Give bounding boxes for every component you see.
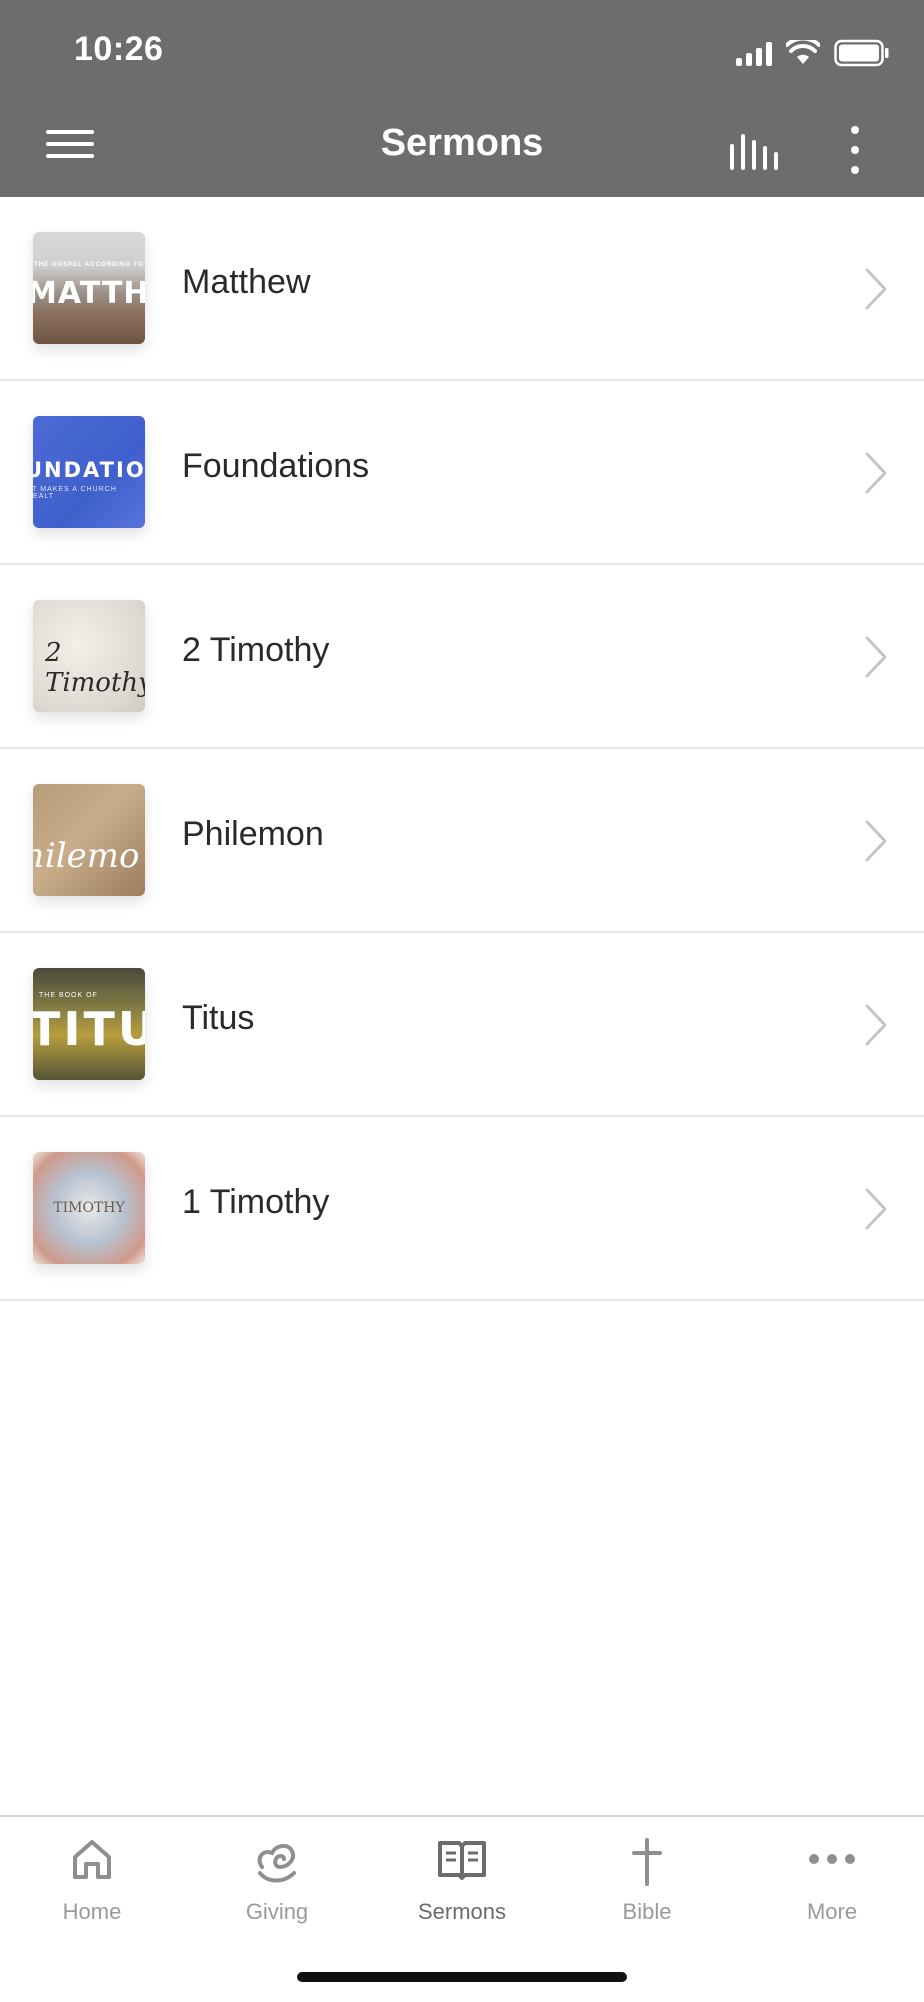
sermon-thumbnail: TIMOTHY xyxy=(33,1152,145,1264)
sermon-row-1-timothy[interactable]: TIMOTHY 1 Timothy xyxy=(0,1117,924,1301)
chevron-right-icon xyxy=(865,1188,887,1230)
page-title: Sermons xyxy=(380,122,544,164)
tab-giving[interactable]: Giving xyxy=(185,1817,369,1947)
thumbnail-title: 2 Timothy xyxy=(45,638,145,698)
sermon-title: Titus xyxy=(182,999,255,1037)
status-icons xyxy=(736,36,890,70)
tab-bible[interactable]: Bible xyxy=(555,1817,739,1947)
giving-icon xyxy=(257,1844,296,1883)
tab-sermons[interactable]: Sermons xyxy=(370,1817,554,1947)
cross-icon xyxy=(632,1838,662,1886)
sermon-title: 1 Timothy xyxy=(182,1183,330,1221)
app-header: 10:26 Sermons xyxy=(0,0,924,197)
home-indicator xyxy=(297,1972,627,1982)
tab-label: Home xyxy=(62,1899,122,1924)
chevron-right-icon xyxy=(865,452,887,494)
thumbnail-title: MATTHEW xyxy=(33,276,145,311)
sermon-row-titus[interactable]: THE BOOK OF TITUS Titus xyxy=(0,933,924,1117)
sermon-title: Philemon xyxy=(182,815,324,853)
sermon-thumbnail: THE GOSPEL ACCORDING TO MATTHEW xyxy=(33,232,145,344)
sermon-thumbnail: hilemo xyxy=(33,784,145,896)
thumbnail-title: UNDATIO xyxy=(33,458,145,482)
sermon-title: Matthew xyxy=(182,263,311,301)
chevron-right-icon xyxy=(865,636,887,678)
chevron-right-icon xyxy=(865,820,887,862)
sermon-row-foundations[interactable]: UNDATIO AT MAKES A CHURCH HEALT Foundati… xyxy=(0,381,924,565)
sermon-row-2-timothy[interactable]: 2 Timothy 2 Timothy xyxy=(0,565,924,749)
thumbnail-caption: THE BOOK OF xyxy=(39,992,98,999)
home-icon xyxy=(73,1840,111,1879)
thumbnail-caption: THE GOSPEL ACCORDING TO xyxy=(34,262,144,268)
thumbnail-caption: AT MAKES A CHURCH HEALT xyxy=(33,486,117,500)
wifi-icon xyxy=(786,40,820,66)
tab-label: More xyxy=(806,1899,858,1924)
chevron-right-icon xyxy=(865,268,887,310)
status-time: 10:26 xyxy=(74,30,164,68)
more-options-icon[interactable] xyxy=(836,122,872,178)
tab-label: Giving xyxy=(245,1899,309,1924)
tab-label: Sermons xyxy=(417,1899,507,1924)
audio-levels-icon[interactable] xyxy=(724,126,784,174)
open-book-icon xyxy=(438,1841,486,1880)
tab-home[interactable]: Home xyxy=(0,1817,184,1947)
tab-more[interactable]: More xyxy=(740,1817,924,1947)
more-dots-icon xyxy=(809,1854,855,1864)
thumbnail-title: TITUS xyxy=(33,1002,145,1056)
battery-icon xyxy=(834,39,890,67)
thumbnail-title: hilemo xyxy=(33,836,140,876)
sermon-row-matthew[interactable]: THE GOSPEL ACCORDING TO MATTHEW Matthew xyxy=(0,197,924,381)
sermon-title: 2 Timothy xyxy=(182,631,330,669)
sermon-list: THE GOSPEL ACCORDING TO MATTHEW Matthew … xyxy=(0,197,924,1301)
sermon-title: Foundations xyxy=(182,447,370,485)
sermon-thumbnail: 2 Timothy xyxy=(33,600,145,712)
sermon-row-philemon[interactable]: hilemo Philemon xyxy=(0,749,924,933)
tab-label: Bible xyxy=(622,1899,672,1924)
sermon-thumbnail: UNDATIO AT MAKES A CHURCH HEALT xyxy=(33,416,145,528)
sermon-thumbnail: THE BOOK OF TITUS xyxy=(33,968,145,1080)
chevron-right-icon xyxy=(865,1004,887,1046)
cellular-signal-icon xyxy=(736,40,772,66)
thumbnail-title: TIMOTHY xyxy=(53,1200,125,1216)
